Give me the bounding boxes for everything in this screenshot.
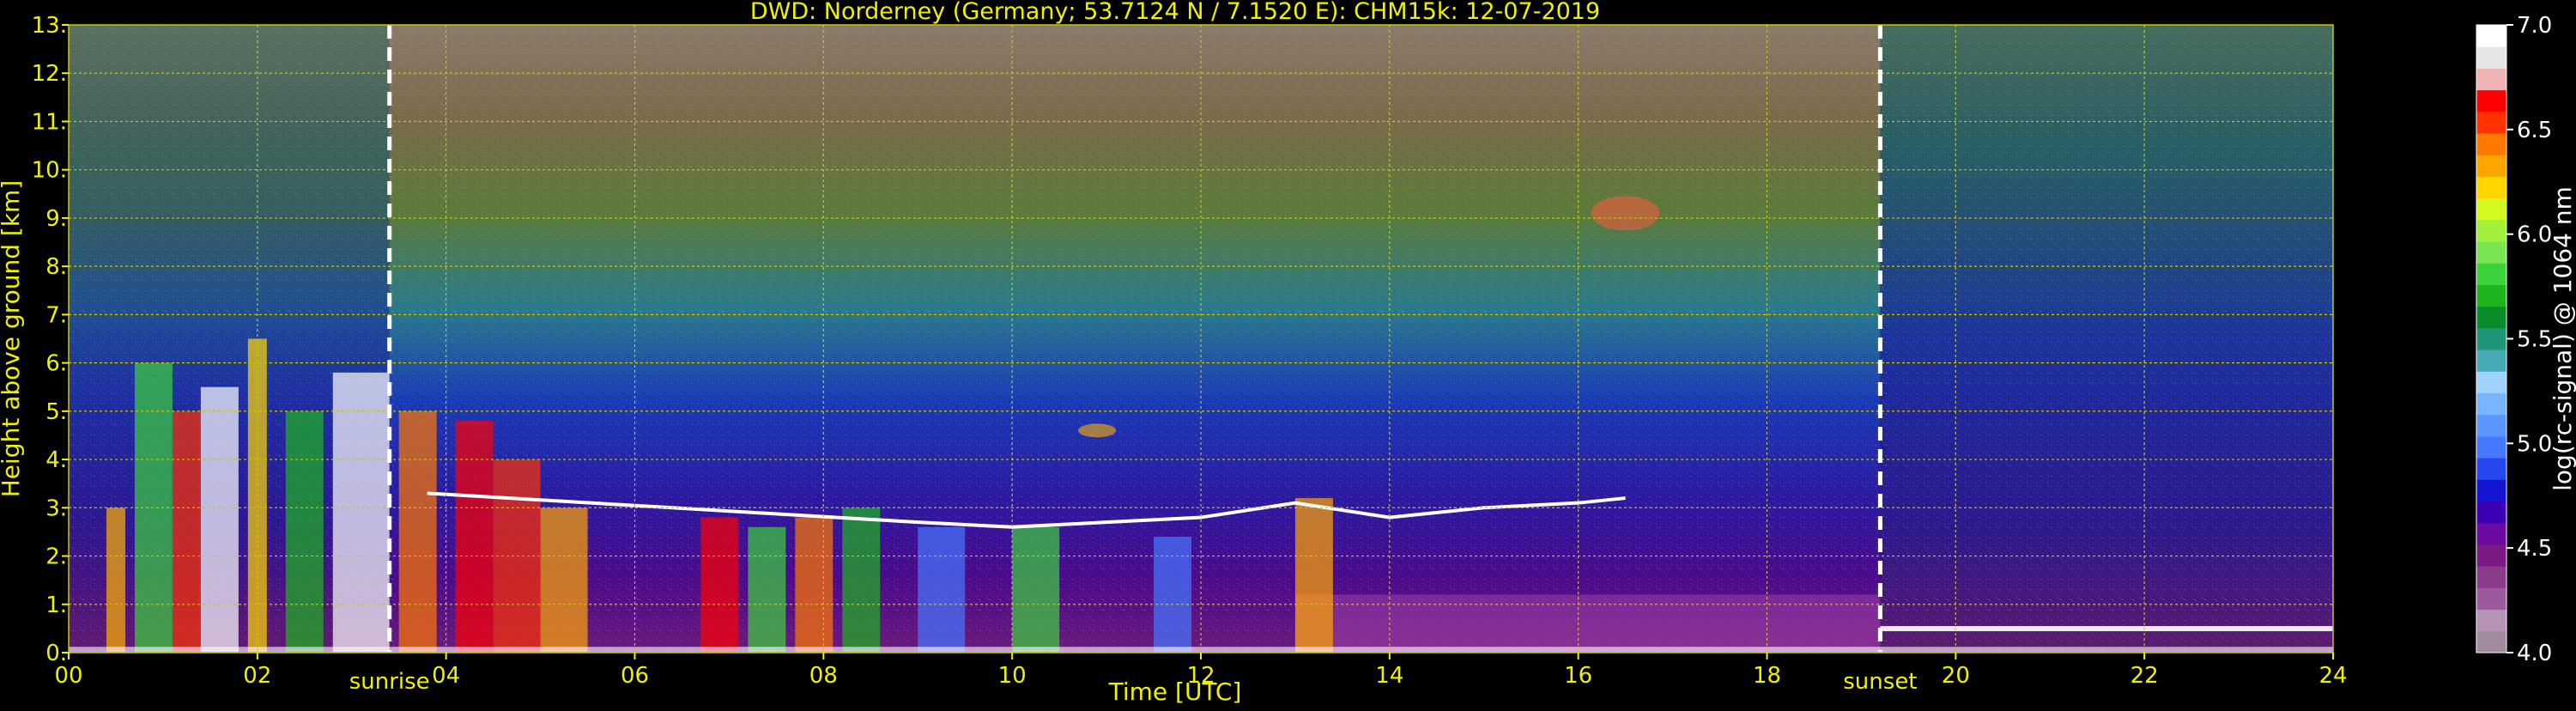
y-tick-label: 9. <box>45 206 67 232</box>
signal-column <box>200 386 239 653</box>
colorbar-swatch <box>2476 111 2506 134</box>
colorbar-swatch <box>2476 263 2506 285</box>
x-tick-label: 10 <box>998 663 1027 689</box>
colorbar-swatch <box>2476 306 2506 329</box>
signal-column <box>106 507 125 653</box>
signal-column <box>332 372 390 653</box>
ceilometer-figure: 00 02 04 06 08 10 12 14 16 18 20 22 24 0. 1. 2. 3. 4. 5. 6… <box>0 0 2576 708</box>
chart-title: DWD: Norderney (Germany; 53.7124 N / 7.1… <box>750 0 1600 25</box>
colorbar-swatch <box>2476 414 2506 437</box>
colorbar-ticks: 4.0 4.5 5.0 5.5 6.0 6.5 7.0 <box>2506 13 2552 666</box>
y-tick-label: 2. <box>45 544 67 570</box>
colorbar-tick-label: 5.0 <box>2517 431 2552 457</box>
colorbar-swatch <box>2476 566 2506 588</box>
signal-column <box>918 526 966 653</box>
colorbar-swatch <box>2476 284 2506 307</box>
x-tick-label: 24 <box>2318 663 2347 689</box>
signal-column <box>842 507 881 653</box>
signal-column <box>748 526 786 653</box>
signal-column <box>540 507 588 653</box>
signal-column <box>700 517 739 653</box>
colorbar-tick-label: 6.0 <box>2517 222 2552 248</box>
colorbar-swatch <box>2476 501 2506 524</box>
x-tick-label: 08 <box>809 663 838 689</box>
colorbar-swatch <box>2476 349 2506 372</box>
colorbar-swatch <box>2476 25 2506 47</box>
sunset-label: sunset <box>1843 669 1917 695</box>
signal-column <box>1012 526 1060 653</box>
signal-column <box>172 410 201 653</box>
y-axis-ticks: 0. 1. 2. 3. 4. 5. 6. 7. 8. 9. 10. 11. 12. 13. <box>32 13 69 666</box>
colorbar-swatch <box>2476 630 2506 653</box>
nocturnal-layer <box>1880 626 2333 632</box>
colorbar-swatch <box>2476 479 2506 502</box>
x-tick-label: 00 <box>54 663 82 689</box>
cloud-patch <box>1078 423 1117 438</box>
boundary-layer-band <box>1294 594 1881 653</box>
y-tick-label: 1. <box>45 592 67 618</box>
x-tick-label: 14 <box>1375 663 1403 689</box>
x-tick-label: 22 <box>2131 663 2159 689</box>
colorbar-tick-label: 6.5 <box>2517 118 2552 143</box>
colorbar-tick-label: 5.5 <box>2517 327 2552 353</box>
colorbar-swatch <box>2476 198 2506 221</box>
x-axis-label: Time [UTC] <box>1108 678 1242 706</box>
colorbar-swatch <box>2476 155 2506 177</box>
signal-column <box>285 410 324 653</box>
colorbar-swatch <box>2476 327 2506 350</box>
x-tick-label: 18 <box>1753 663 1781 689</box>
colorbar-swatch <box>2476 609 2506 632</box>
x-tick-label: 16 <box>1564 663 1592 689</box>
cirrus-patch <box>1591 196 1660 231</box>
y-tick-label: 13. <box>32 13 67 39</box>
x-tick-label: 06 <box>621 663 649 689</box>
colorbar-swatch <box>2476 176 2506 199</box>
signal-column <box>795 517 833 653</box>
x-tick-label: 04 <box>432 663 460 689</box>
signal-column <box>1294 498 1333 653</box>
colorbar-swatch <box>2476 458 2506 480</box>
sunrise-label: sunrise <box>349 669 430 695</box>
y-tick-label: 8. <box>45 254 67 280</box>
colorbar-swatch <box>2476 522 2506 545</box>
colorbar-swatch <box>2476 371 2506 394</box>
signal-column <box>1154 537 1192 653</box>
x-tick-label: 20 <box>1942 663 1970 689</box>
y-tick-label: 5. <box>45 399 67 425</box>
colorbar-tick-label: 7.0 <box>2517 13 2552 39</box>
colorbar-swatch <box>2476 133 2506 155</box>
colorbar-swatch <box>2476 68 2506 91</box>
colorbar-tick-label: 4.5 <box>2517 536 2552 562</box>
y-tick-label: 10. <box>32 158 67 184</box>
signal-column <box>455 421 494 653</box>
y-tick-label: 6. <box>45 351 67 377</box>
colorbar-swatch <box>2476 241 2506 264</box>
y-tick-label: 12. <box>32 61 67 87</box>
colorbar-label: log(rc-signal) @ 1064 nm <box>2549 186 2576 491</box>
colorbar <box>2476 24 2507 653</box>
colorbar-swatch <box>2476 219 2506 242</box>
colorbar-swatch <box>2476 587 2506 611</box>
colorbar-swatch <box>2476 392 2506 416</box>
y-tick-label: 7. <box>45 302 67 328</box>
ceilometer-plot: 00 02 04 06 08 10 12 14 16 18 20 22 24 0.1.2.3.4.5.6… <box>0 0 2576 706</box>
colorbar-swatch <box>2476 544 2506 567</box>
colorbar-swatch <box>2476 435 2506 459</box>
colorbar-tick-label: 4.0 <box>2517 641 2552 666</box>
y-tick-label: 3. <box>45 495 67 521</box>
y-axis-label: Height above ground [km] <box>0 180 25 498</box>
colorbar-swatch <box>2476 46 2506 69</box>
y-tick-label: 0. <box>45 641 67 666</box>
colorbar-swatch <box>2476 89 2506 112</box>
x-tick-label: 02 <box>243 663 271 689</box>
signal-column <box>398 410 437 653</box>
y-tick-label: 4. <box>45 447 67 473</box>
y-tick-label: 11. <box>32 109 67 135</box>
